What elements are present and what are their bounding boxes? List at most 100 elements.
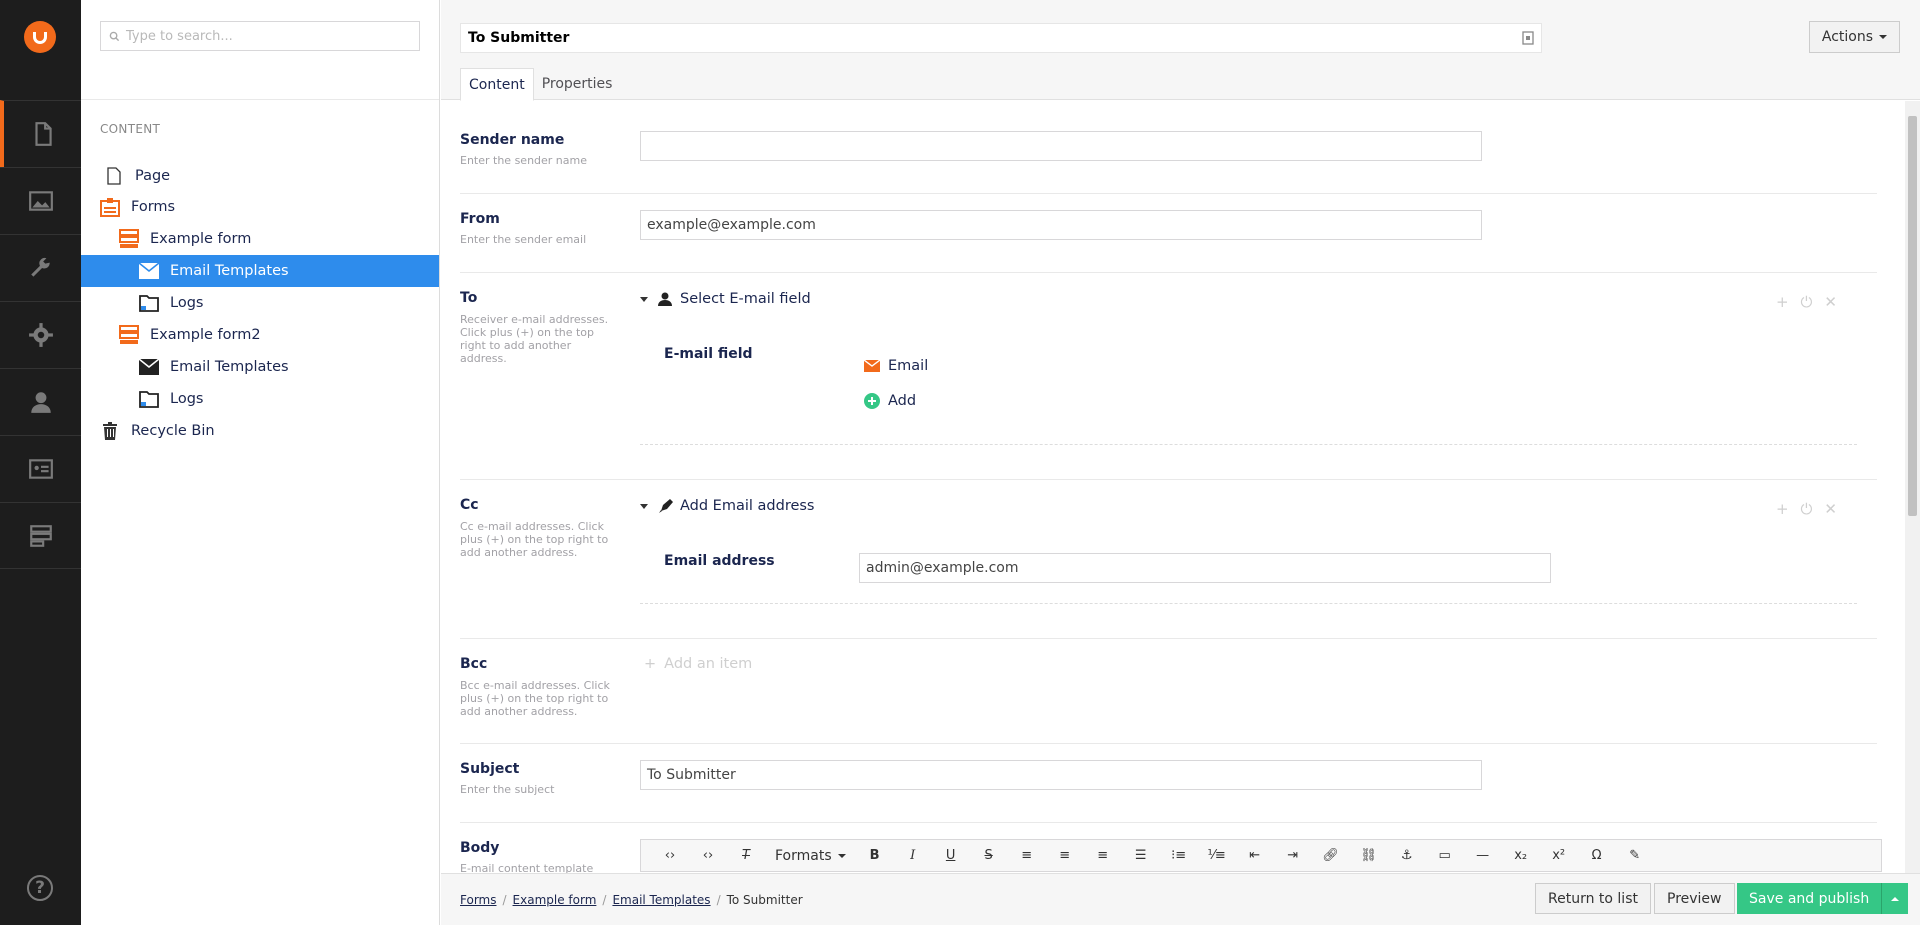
plus-circle-icon	[864, 393, 880, 409]
section-users[interactable]	[0, 368, 81, 435]
tree-item-recycle-bin[interactable]: Recycle Bin	[81, 415, 439, 447]
scroll-thumb[interactable]	[1908, 116, 1917, 516]
subject-input[interactable]: To Submitter	[640, 760, 1482, 790]
search-input[interactable]: Type to search...	[100, 21, 420, 51]
return-to-list-button[interactable]: Return to list	[1535, 883, 1651, 914]
breadcrumb-separator: /	[716, 893, 721, 907]
section-packages[interactable]	[0, 301, 81, 368]
tree-item-logs[interactable]: Logs	[81, 287, 439, 319]
bold-icon[interactable]: B	[856, 841, 894, 871]
tree-item-page[interactable]: Page	[81, 160, 439, 192]
content-scrollbar[interactable]	[1905, 101, 1920, 873]
add-field-button[interactable]: Add	[864, 393, 916, 409]
media-icon[interactable]: ▭	[1426, 841, 1464, 871]
add-item-button[interactable]: + Add an item	[644, 656, 752, 672]
tree-item-logs-2[interactable]: Logs	[81, 383, 439, 415]
link-icon[interactable]: 🔗︎	[1312, 841, 1350, 871]
page-icon	[103, 165, 125, 187]
breadcrumb-item[interactable]: Example form	[513, 893, 597, 907]
property-description: E-mail content template	[460, 862, 594, 873]
code-icon[interactable]: ‹›	[651, 841, 689, 871]
actions-label: Actions	[1821, 29, 1873, 45]
tree-item-example-form[interactable]: Example form	[81, 223, 439, 255]
align-center-icon[interactable]: ≡	[1046, 841, 1084, 871]
superscript-icon[interactable]: x²	[1540, 841, 1578, 871]
formats-dropdown[interactable]: Formats	[765, 841, 856, 871]
plus-icon[interactable]: +	[1776, 293, 1789, 311]
plus-icon[interactable]: +	[1776, 500, 1789, 518]
user-add-icon	[658, 292, 672, 306]
tab-properties[interactable]: Properties	[534, 68, 621, 101]
clear-format-icon[interactable]: T	[727, 841, 765, 871]
image-icon	[28, 191, 53, 211]
tree-item-label: Logs	[170, 391, 204, 407]
strikethrough-icon[interactable]: S	[970, 841, 1008, 871]
tree-search-area: Type to search...	[81, 0, 439, 100]
nested-item-title: Select E-mail field	[680, 291, 811, 307]
property-label: To	[460, 290, 478, 306]
anchor-icon[interactable]: ⚓︎	[1388, 841, 1426, 871]
umbraco-logo[interactable]	[24, 21, 56, 53]
align-right-icon[interactable]: ≡	[1084, 841, 1122, 871]
actions-button[interactable]: Actions	[1808, 21, 1900, 53]
rte-toolbar: ‹› ‹› T Formats B I U S ≡ ≡ ≡ ☰ ⁝≡ ⅟≡ ⇤ …	[640, 839, 1882, 872]
tree-item-email-templates[interactable]: Email Templates	[81, 255, 439, 287]
close-icon[interactable]: ✕	[1824, 500, 1837, 518]
from-input[interactable]: example@example.com	[640, 210, 1482, 240]
outdent-icon[interactable]: ⇤	[1236, 841, 1274, 871]
numbered-list-icon[interactable]: ⅟≡	[1198, 841, 1236, 871]
envelope-icon	[864, 360, 880, 372]
breadcrumb-item[interactable]: Email Templates	[612, 893, 710, 907]
collapse-icon[interactable]	[640, 296, 648, 302]
underline-icon[interactable]: U	[932, 841, 970, 871]
edit-image-icon[interactable]: ✎	[1616, 841, 1654, 871]
property-label: Sender name	[460, 132, 565, 148]
horizontal-rule-icon[interactable]: —	[1464, 841, 1502, 871]
document-lock-icon[interactable]	[1522, 31, 1534, 45]
italic-icon[interactable]: I	[894, 841, 932, 871]
align-justify-icon[interactable]: ☰	[1122, 841, 1160, 871]
property-description: Cc e-mail addresses. Click plus (+) on t…	[460, 520, 609, 559]
nested-item-title: Add Email address	[680, 498, 815, 514]
power-icon[interactable]: ⏻	[1801, 293, 1813, 311]
breadcrumb-separator: /	[502, 893, 507, 907]
property-label: Cc	[460, 497, 479, 513]
cc-email-input[interactable]: admin@example.com	[859, 553, 1551, 583]
nested-item-header[interactable]: Add Email address	[640, 498, 815, 514]
tab-content[interactable]: Content	[460, 68, 534, 101]
collapse-icon[interactable]	[640, 503, 648, 509]
node-name-value: To Submitter	[468, 30, 570, 46]
save-and-publish-button[interactable]: Save and publish	[1737, 883, 1883, 914]
section-members[interactable]	[0, 435, 81, 502]
tree-item-label: Email Templates	[170, 263, 289, 279]
section-content[interactable]	[0, 100, 81, 167]
property-from: From Enter the sender email example@exam…	[460, 194, 1877, 273]
section-media[interactable]	[0, 167, 81, 234]
breadcrumb-item[interactable]: Forms	[460, 893, 496, 907]
property-label: Bcc	[460, 656, 488, 672]
tree-item-example-form2[interactable]: Example form2	[81, 319, 439, 351]
tree-item-forms[interactable]: Forms	[81, 191, 439, 223]
power-icon[interactable]: ⏻	[1801, 500, 1813, 518]
align-left-icon[interactable]: ≡	[1008, 841, 1046, 871]
sender-name-input[interactable]	[640, 131, 1482, 161]
nested-item-header[interactable]: Select E-mail field	[640, 291, 811, 307]
tree-item-email-templates-2[interactable]: Email Templates	[81, 351, 439, 383]
subscript-icon[interactable]: x₂	[1502, 841, 1540, 871]
close-icon[interactable]: ✕	[1824, 293, 1837, 311]
bullet-list-icon[interactable]: ⁝≡	[1160, 841, 1198, 871]
nested-sub-label: E-mail field	[664, 346, 753, 362]
section-settings[interactable]	[0, 234, 81, 301]
property-subject: Subject Enter the subject To Submitter	[460, 744, 1877, 823]
special-char-icon[interactable]: Ω	[1578, 841, 1616, 871]
unlink-icon[interactable]: ⛓	[1350, 841, 1388, 871]
indent-icon[interactable]: ⇥	[1274, 841, 1312, 871]
publish-options-button[interactable]	[1882, 883, 1908, 914]
selected-field[interactable]: Email	[864, 358, 928, 374]
node-name-input[interactable]: To Submitter	[460, 23, 1542, 53]
source-code-icon[interactable]: ‹›	[689, 841, 727, 871]
help-icon[interactable]: ?	[27, 875, 53, 901]
preview-button[interactable]: Preview	[1654, 883, 1735, 914]
section-forms[interactable]	[0, 502, 81, 569]
property-sender-name: Sender name Enter the sender name	[460, 101, 1877, 194]
